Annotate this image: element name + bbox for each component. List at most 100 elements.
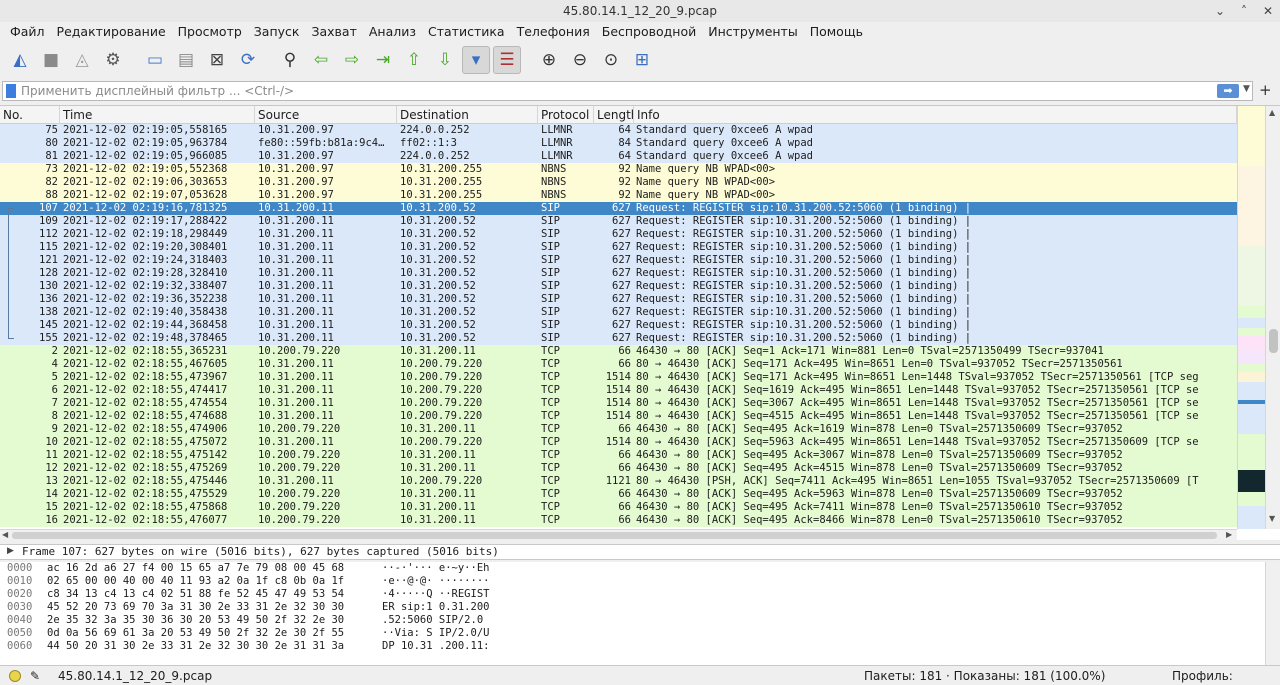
- table-row[interactable]: 88 2021-12-02 02:19:07,053628 10.31.200.97…: [0, 189, 1237, 202]
- table-row[interactable]: 75 2021-12-02 02:19:05,558165 10.31.200.97…: [0, 124, 1237, 137]
- menu-item-2[interactable]: Просмотр: [172, 22, 248, 42]
- menu-item-1[interactable]: Редактирование: [51, 22, 172, 42]
- start-capture-icon[interactable]: ◭: [6, 46, 34, 74]
- table-row[interactable]: 7 2021-12-02 02:18:55,474554 10.31.200.11 1…: [0, 397, 1237, 410]
- scroll-thumb[interactable]: [1269, 329, 1278, 353]
- stop-capture-icon[interactable]: ■: [37, 46, 65, 74]
- table-row[interactable]: 13 2021-12-02 02:18:55,475446 10.31.200.11…: [0, 475, 1237, 488]
- bytes-row[interactable]: 0040 2e 35 32 3a 35 30 36 30 20 53 49 50 …: [0, 614, 1280, 627]
- packet-list-vertical-scrollbar[interactable]: ▲ ▼: [1265, 106, 1280, 529]
- scroll-thumb[interactable]: [12, 532, 1217, 539]
- table-row[interactable]: 128 2021-12-02 02:19:28,328410 10.31.200.1…: [0, 267, 1237, 280]
- table-row[interactable]: 145 2021-12-02 02:19:44,368458 10.31.200.1…: [0, 319, 1237, 332]
- colorize-icon[interactable]: ☰: [493, 46, 521, 74]
- zoom-normal-icon[interactable]: ⊙: [597, 46, 625, 74]
- find-packet-icon[interactable]: ⚲: [276, 46, 304, 74]
- table-row[interactable]: 112 2021-12-02 02:19:18,298449 10.31.200.1…: [0, 228, 1237, 241]
- intelligent-scrollbar[interactable]: [1237, 106, 1266, 529]
- display-filter-input[interactable]: [21, 82, 1201, 100]
- table-row[interactable]: 138 2021-12-02 02:19:40,358438 10.31.200.1…: [0, 306, 1237, 319]
- filter-history-dropdown-icon[interactable]: ▼: [1243, 84, 1250, 94]
- save-file-icon[interactable]: ▤: [172, 46, 200, 74]
- restart-capture-icon[interactable]: ◬: [68, 46, 96, 74]
- capture-comment-icon[interactable]: ✎: [30, 667, 40, 685]
- bytes-row[interactable]: 0000 ac 16 2d a6 27 f4 00 15 65 a7 7e 79 …: [0, 562, 1280, 575]
- apply-filter-icon[interactable]: ➡: [1217, 84, 1239, 98]
- table-row[interactable]: 80 2021-12-02 02:19:05,963784 fe80::59fb:b…: [0, 137, 1237, 150]
- table-row[interactable]: 9 2021-12-02 02:18:55,474906 10.200.79.220…: [0, 423, 1237, 436]
- menu-item-3[interactable]: Запуск: [248, 22, 306, 42]
- table-row[interactable]: 82 2021-12-02 02:19:06,303653 10.31.200.97…: [0, 176, 1237, 189]
- column-header-no[interactable]: No.: [0, 106, 60, 124]
- bytes-row[interactable]: 0020 c8 34 13 c4 13 c4 02 51 88 fe 52 45 …: [0, 588, 1280, 601]
- packet-list-horizontal-scrollbar[interactable]: ◀ ▶: [0, 529, 1237, 540]
- table-row[interactable]: 6 2021-12-02 02:18:55,474417 10.31.200.11 1…: [0, 384, 1237, 397]
- table-row[interactable]: 107 2021-12-02 02:19:16,781325 10.31.200.1…: [0, 202, 1237, 215]
- scroll-up-icon[interactable]: ▲: [1269, 108, 1275, 117]
- table-row[interactable]: 136 2021-12-02 02:19:36,352238 10.31.200.1…: [0, 293, 1237, 306]
- first-packet-icon[interactable]: ⇧: [400, 46, 428, 74]
- table-row[interactable]: 155 2021-12-02 02:19:48,378465 10.31.200.1…: [0, 332, 1237, 345]
- column-header-src[interactable]: Source: [255, 106, 397, 124]
- table-row[interactable]: 115 2021-12-02 02:19:20,308401 10.31.200.1…: [0, 241, 1237, 254]
- bytes-row[interactable]: 0060 44 50 20 31 30 2e 33 31 2e 32 30 30 …: [0, 640, 1280, 653]
- table-row[interactable]: 16 2021-12-02 02:18:55,476077 10.200.79.22…: [0, 514, 1237, 527]
- display-filter-field[interactable]: ➡ ▼: [2, 81, 1253, 101]
- status-profile[interactable]: Профиль: Default: [1172, 667, 1280, 685]
- scroll-left-icon[interactable]: ◀: [2, 530, 8, 539]
- close-icon[interactable]: ✕: [1262, 0, 1274, 22]
- column-header-dst[interactable]: Destination: [397, 106, 538, 124]
- minimize-icon[interactable]: ⌄: [1214, 0, 1226, 22]
- go-back-icon[interactable]: ⇦: [307, 46, 335, 74]
- bytes-row[interactable]: 0010 02 65 00 00 40 00 40 11 93 a2 0a 1f …: [0, 575, 1280, 588]
- maximize-icon[interactable]: ˄: [1238, 0, 1250, 22]
- close-file-icon[interactable]: ⊠: [203, 46, 231, 74]
- scroll-right-icon[interactable]: ▶: [1226, 530, 1232, 539]
- menu-item-0[interactable]: Файл: [4, 22, 51, 42]
- bytes-row[interactable]: 0050 0d 0a 56 69 61 3a 20 53 49 50 2f 32 …: [0, 627, 1280, 640]
- go-forward-icon[interactable]: ⇨: [338, 46, 366, 74]
- table-row[interactable]: 10 2021-12-02 02:18:55,475072 10.31.200.11…: [0, 436, 1237, 449]
- bookmark-icon[interactable]: [6, 84, 16, 98]
- menu-item-10[interactable]: Помощь: [804, 22, 869, 42]
- column-header-time[interactable]: Time: [60, 106, 255, 124]
- menu-item-4[interactable]: Захват: [305, 22, 362, 42]
- menu-item-9[interactable]: Инструменты: [702, 22, 803, 42]
- expand-arrow-icon[interactable]: ▶: [7, 546, 14, 556]
- table-row[interactable]: 73 2021-12-02 02:19:05,552368 10.31.200.97…: [0, 163, 1237, 176]
- zoom-out-icon[interactable]: ⊖: [566, 46, 594, 74]
- table-row[interactable]: 130 2021-12-02 02:19:32,338407 10.31.200.1…: [0, 280, 1237, 293]
- menu-item-5[interactable]: Анализ: [363, 22, 422, 42]
- autoscroll-icon[interactable]: ▾: [462, 46, 490, 74]
- table-row[interactable]: 2 2021-12-02 02:18:55,365231 10.200.79.220…: [0, 345, 1237, 358]
- go-to-packet-icon[interactable]: ⇥: [369, 46, 397, 74]
- bytes-scrollbar[interactable]: [1265, 562, 1280, 665]
- scroll-down-icon[interactable]: ▼: [1269, 514, 1275, 523]
- bytes-row[interactable]: 0030 45 52 20 73 69 70 3a 31 30 2e 33 31 …: [0, 601, 1280, 614]
- menu-item-8[interactable]: Беспроводной: [596, 22, 703, 42]
- details-frame-line[interactable]: Frame 107: 627 bytes on wire (5016 bits)…: [22, 545, 499, 559]
- table-row[interactable]: 14 2021-12-02 02:18:55,475529 10.200.79.22…: [0, 488, 1237, 501]
- open-file-icon[interactable]: ▭: [141, 46, 169, 74]
- table-row[interactable]: 8 2021-12-02 02:18:55,474688 10.31.200.11 1…: [0, 410, 1237, 423]
- column-header-proto[interactable]: Protocol: [538, 106, 594, 124]
- table-row[interactable]: 5 2021-12-02 02:18:55,473967 10.31.200.11 1…: [0, 371, 1237, 384]
- reload-file-icon[interactable]: ⟳: [234, 46, 262, 74]
- table-row[interactable]: 121 2021-12-02 02:19:24,318403 10.31.200.1…: [0, 254, 1237, 267]
- zoom-in-icon[interactable]: ⊕: [535, 46, 563, 74]
- menu-item-6[interactable]: Статистика: [422, 22, 511, 42]
- menu-item-7[interactable]: Телефония: [511, 22, 596, 42]
- table-row[interactable]: 15 2021-12-02 02:18:55,475868 10.200.79.22…: [0, 501, 1237, 514]
- table-row[interactable]: 12 2021-12-02 02:18:55,475269 10.200.79.22…: [0, 462, 1237, 475]
- last-packet-icon[interactable]: ⇩: [431, 46, 459, 74]
- table-row[interactable]: 81 2021-12-02 02:19:05,966085 10.31.200.97…: [0, 150, 1237, 163]
- table-row[interactable]: 109 2021-12-02 02:19:17,288422 10.31.200.1…: [0, 215, 1237, 228]
- expert-info-indicator-icon[interactable]: [9, 670, 21, 682]
- add-filter-button-icon[interactable]: +: [1259, 81, 1272, 99]
- table-row[interactable]: 11 2021-12-02 02:18:55,475142 10.200.79.22…: [0, 449, 1237, 462]
- resize-columns-icon[interactable]: ⊞: [628, 46, 656, 74]
- column-header-info[interactable]: Info: [634, 106, 1237, 124]
- capture-options-icon[interactable]: ⚙: [99, 46, 127, 74]
- column-header-len[interactable]: Length: [594, 106, 634, 124]
- table-row[interactable]: 4 2021-12-02 02:18:55,467605 10.31.200.11 1…: [0, 358, 1237, 371]
